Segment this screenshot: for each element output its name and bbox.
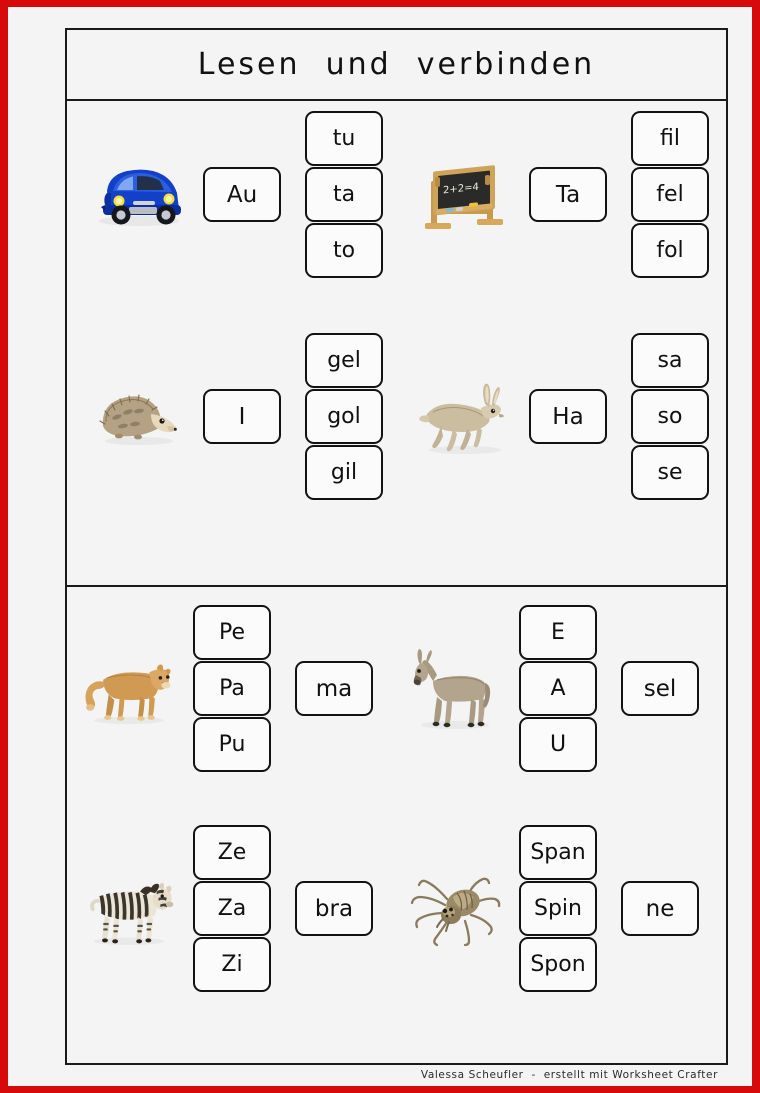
option-stack-auto: tu ta to — [305, 111, 383, 278]
blackboard-image: 2+2=4 — [417, 151, 513, 239]
table-row: Pe Pa Pu ma — [81, 601, 373, 776]
option-box[interactable]: Ze — [193, 825, 271, 880]
footer-credit: Valessa Scheufler - erstellt mit Workshe… — [420, 1069, 718, 1081]
option-box[interactable]: se — [631, 445, 709, 500]
option-box[interactable]: Span — [519, 825, 597, 880]
table-row: Span Spin Spon ne — [407, 821, 699, 996]
option-box[interactable]: Pa — [193, 661, 271, 716]
prefix-box-tafel[interactable]: Ta — [529, 167, 607, 222]
worksheet-page: Lesen und verbinden Au tu ta to 2+2=4 Ta… — [0, 0, 760, 1093]
suffix-box-spinne[interactable]: ne — [621, 881, 699, 936]
option-box[interactable]: fel — [631, 167, 709, 222]
page-title: Lesen und verbinden — [197, 47, 596, 82]
table-row: 2+2=4 Ta fil fel fol — [417, 107, 709, 282]
option-stack-hase: sa so se — [631, 333, 709, 500]
option-box[interactable]: A — [519, 661, 597, 716]
option-stack-spinne: Span Spin Spon — [519, 825, 597, 992]
donkey-image — [407, 645, 503, 733]
paper-surface: Lesen und verbinden Au tu ta to 2+2=4 Ta… — [8, 7, 752, 1086]
title-band: Lesen und verbinden — [67, 30, 726, 101]
option-stack-puma: Pe Pa Pu — [193, 605, 271, 772]
option-box[interactable]: so — [631, 389, 709, 444]
prefix-box-hase[interactable]: Ha — [529, 389, 607, 444]
option-box[interactable]: Pe — [193, 605, 271, 660]
exercise-section-2: Pe Pa Pu ma E A U sel Ze Za Zi bra Span … — [67, 587, 726, 1065]
option-box[interactable]: gil — [305, 445, 383, 500]
option-box[interactable]: gol — [305, 389, 383, 444]
option-box[interactable]: E — [519, 605, 597, 660]
option-box[interactable]: Za — [193, 881, 271, 936]
blue-car-image — [91, 151, 187, 239]
option-box[interactable]: ta — [305, 167, 383, 222]
option-box[interactable]: Spin — [519, 881, 597, 936]
option-box[interactable]: Pu — [193, 717, 271, 772]
option-stack-zebra: Ze Za Zi — [193, 825, 271, 992]
option-box[interactable]: tu — [305, 111, 383, 166]
table-row: I gel gol gil — [91, 329, 383, 504]
option-box[interactable]: gel — [305, 333, 383, 388]
table-row: Ha sa so se — [417, 329, 709, 504]
hare-image — [417, 373, 513, 461]
option-box[interactable]: Spon — [519, 937, 597, 992]
worksheet-frame: Lesen und verbinden Au tu ta to 2+2=4 Ta… — [65, 28, 728, 1065]
hedgehog-image — [91, 373, 187, 461]
suffix-box-esel[interactable]: sel — [621, 661, 699, 716]
option-stack-esel: E A U — [519, 605, 597, 772]
exercise-section-1: Au tu ta to 2+2=4 Ta fil fel fol I gel g… — [67, 101, 726, 587]
option-stack-tafel: fil fel fol — [631, 111, 709, 278]
option-box[interactable]: sa — [631, 333, 709, 388]
option-box[interactable]: fol — [631, 223, 709, 278]
option-box[interactable]: Zi — [193, 937, 271, 992]
option-box[interactable]: to — [305, 223, 383, 278]
table-row: E A U sel — [407, 601, 699, 776]
suffix-box-puma[interactable]: ma — [295, 661, 373, 716]
prefix-box-auto[interactable]: Au — [203, 167, 281, 222]
zebra-image — [81, 865, 177, 953]
puma-image — [81, 645, 177, 733]
option-box[interactable]: U — [519, 717, 597, 772]
option-box[interactable]: fil — [631, 111, 709, 166]
spider-image — [407, 865, 503, 953]
table-row: Au tu ta to — [91, 107, 383, 282]
option-stack-igel: gel gol gil — [305, 333, 383, 500]
table-row: Ze Za Zi bra — [81, 821, 373, 996]
prefix-box-igel[interactable]: I — [203, 389, 281, 444]
suffix-box-zebra[interactable]: bra — [295, 881, 373, 936]
